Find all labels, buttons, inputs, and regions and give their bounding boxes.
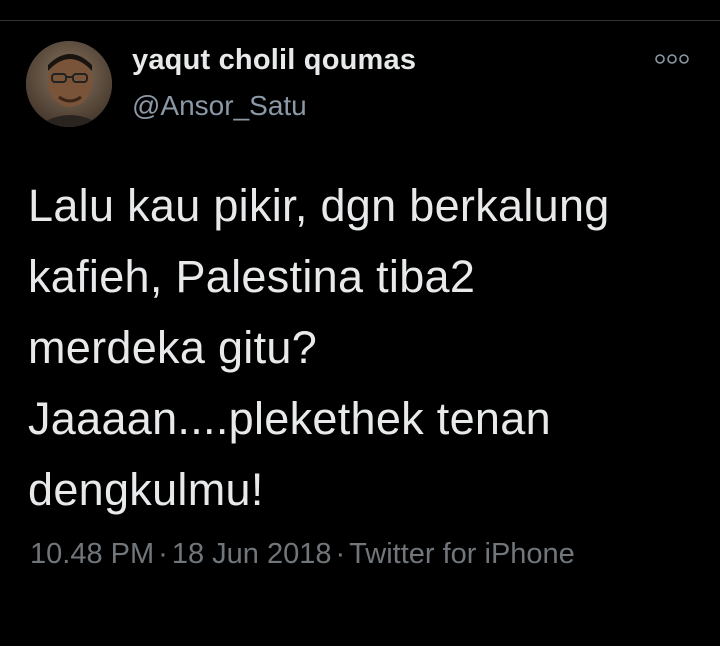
- more-options-button[interactable]: [650, 46, 694, 72]
- tweet-time[interactable]: 10.48 PM: [30, 538, 154, 570]
- tweet-card: yaqut cholil qoumas @Ansor_Satu Lalu kau…: [0, 0, 720, 646]
- meta-separator: ·: [335, 538, 346, 570]
- ellipsis-icon: [655, 54, 689, 64]
- top-divider: [0, 0, 720, 21]
- author-name[interactable]: yaqut cholil qoumas: [132, 44, 416, 77]
- profile-photo-icon: [26, 41, 112, 127]
- tweet-text: Lalu kau pikir, dgn berkalung kafieh, Pa…: [28, 180, 610, 515]
- meta-separator: ·: [158, 538, 168, 570]
- tweet-metadata: 10.48 PM · 18 Jun 2018 · Twitter for iPhone: [30, 532, 690, 577]
- tweet-source[interactable]: Twitter for iPhone: [349, 538, 575, 570]
- tweet-date[interactable]: 18 Jun 2018: [172, 538, 332, 570]
- avatar[interactable]: [26, 41, 112, 127]
- author-handle[interactable]: @Ansor_Satu: [132, 90, 307, 122]
